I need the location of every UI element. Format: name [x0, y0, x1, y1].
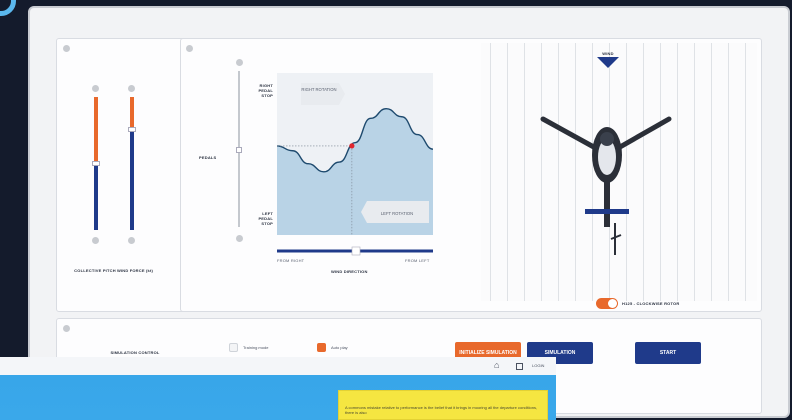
x-tick-from-left: FROM LEFT — [405, 258, 430, 263]
left-rotation-annotation: LEFT ROTATION — [381, 211, 413, 216]
pedals-axis-label: PEDALS — [199, 155, 217, 160]
notice-box: A commons mistake relative to performanc… — [338, 390, 548, 420]
wind-direction-arrow-icon — [597, 57, 619, 68]
toggle-knob — [608, 299, 617, 308]
right-rotation-annotation: RIGHT ROTATION — [301, 87, 336, 92]
wind-direction-slider-handle[interactable] — [351, 246, 361, 256]
window-square-icon[interactable] — [516, 363, 523, 370]
collective-slider-track-blue[interactable] — [94, 166, 98, 230]
current-wind-marker — [349, 143, 355, 149]
panel-indicator-dot — [186, 45, 193, 52]
collective-top-knob[interactable] — [92, 85, 99, 92]
pedals-bottom-knob[interactable] — [236, 235, 243, 242]
collective-bottom-knob[interactable] — [92, 237, 99, 244]
collective-pitch-label: COLLECTIVE PITCH — [74, 268, 116, 273]
overlay-window-titlebar: ⌂ LOGIN — [0, 357, 556, 376]
wind-force-slider-track-blue[interactable] — [130, 132, 134, 230]
panel-indicator-dot — [63, 325, 70, 332]
auto-play-checkbox[interactable] — [317, 343, 326, 352]
training-mode-label: Training mode — [243, 345, 269, 350]
helicopter-top-view-icon — [540, 116, 672, 255]
helicopter-view: WIND — [481, 43, 757, 301]
wind-force-bottom-knob[interactable] — [128, 237, 135, 244]
pedals-top-knob[interactable] — [236, 59, 243, 66]
x-tick-from-right: FROM RIGHT — [277, 258, 305, 263]
y-tick-right-pedal-stop: RIGHT PEDAL STOP — [258, 83, 273, 98]
y-tick-left-pedal-stop: LEFT PEDAL STOP — [258, 211, 273, 226]
training-mode-checkbox[interactable] — [229, 343, 238, 352]
collective-slider-track-orange[interactable] — [94, 97, 98, 163]
pedals-wind-chart: RIGHT ROTATION LEFT ROTATION — [277, 73, 434, 256]
app-corner-logo — [0, 0, 16, 16]
panel-indicator-dot — [63, 45, 70, 52]
graph-panel: PEDALS RIGHT PEDAL STOP LEFT PEDAL STOP … — [180, 38, 762, 312]
rotor-direction-toggle[interactable] — [596, 298, 618, 309]
wind-direction-axis-label: WIND DIRECTION — [331, 269, 368, 274]
wind-force-slider-track-orange[interactable] — [130, 97, 134, 129]
login-link[interactable]: LOGIN — [532, 363, 544, 368]
start-button[interactable]: START — [635, 342, 701, 364]
wind-label: WIND — [602, 51, 614, 56]
wind-force-top-knob[interactable] — [128, 85, 135, 92]
notice-text: A commons mistake relative to performanc… — [345, 405, 538, 415]
pedals-slider-handle[interactable] — [236, 147, 242, 153]
wind-force-label: WIND FORCE (kt) — [116, 268, 154, 273]
auto-play-label: Auto play — [331, 345, 348, 350]
rotor-toggle-label: H125 - CLOCKWISE ROTOR — [622, 301, 680, 306]
home-icon[interactable]: ⌂ — [494, 360, 499, 370]
